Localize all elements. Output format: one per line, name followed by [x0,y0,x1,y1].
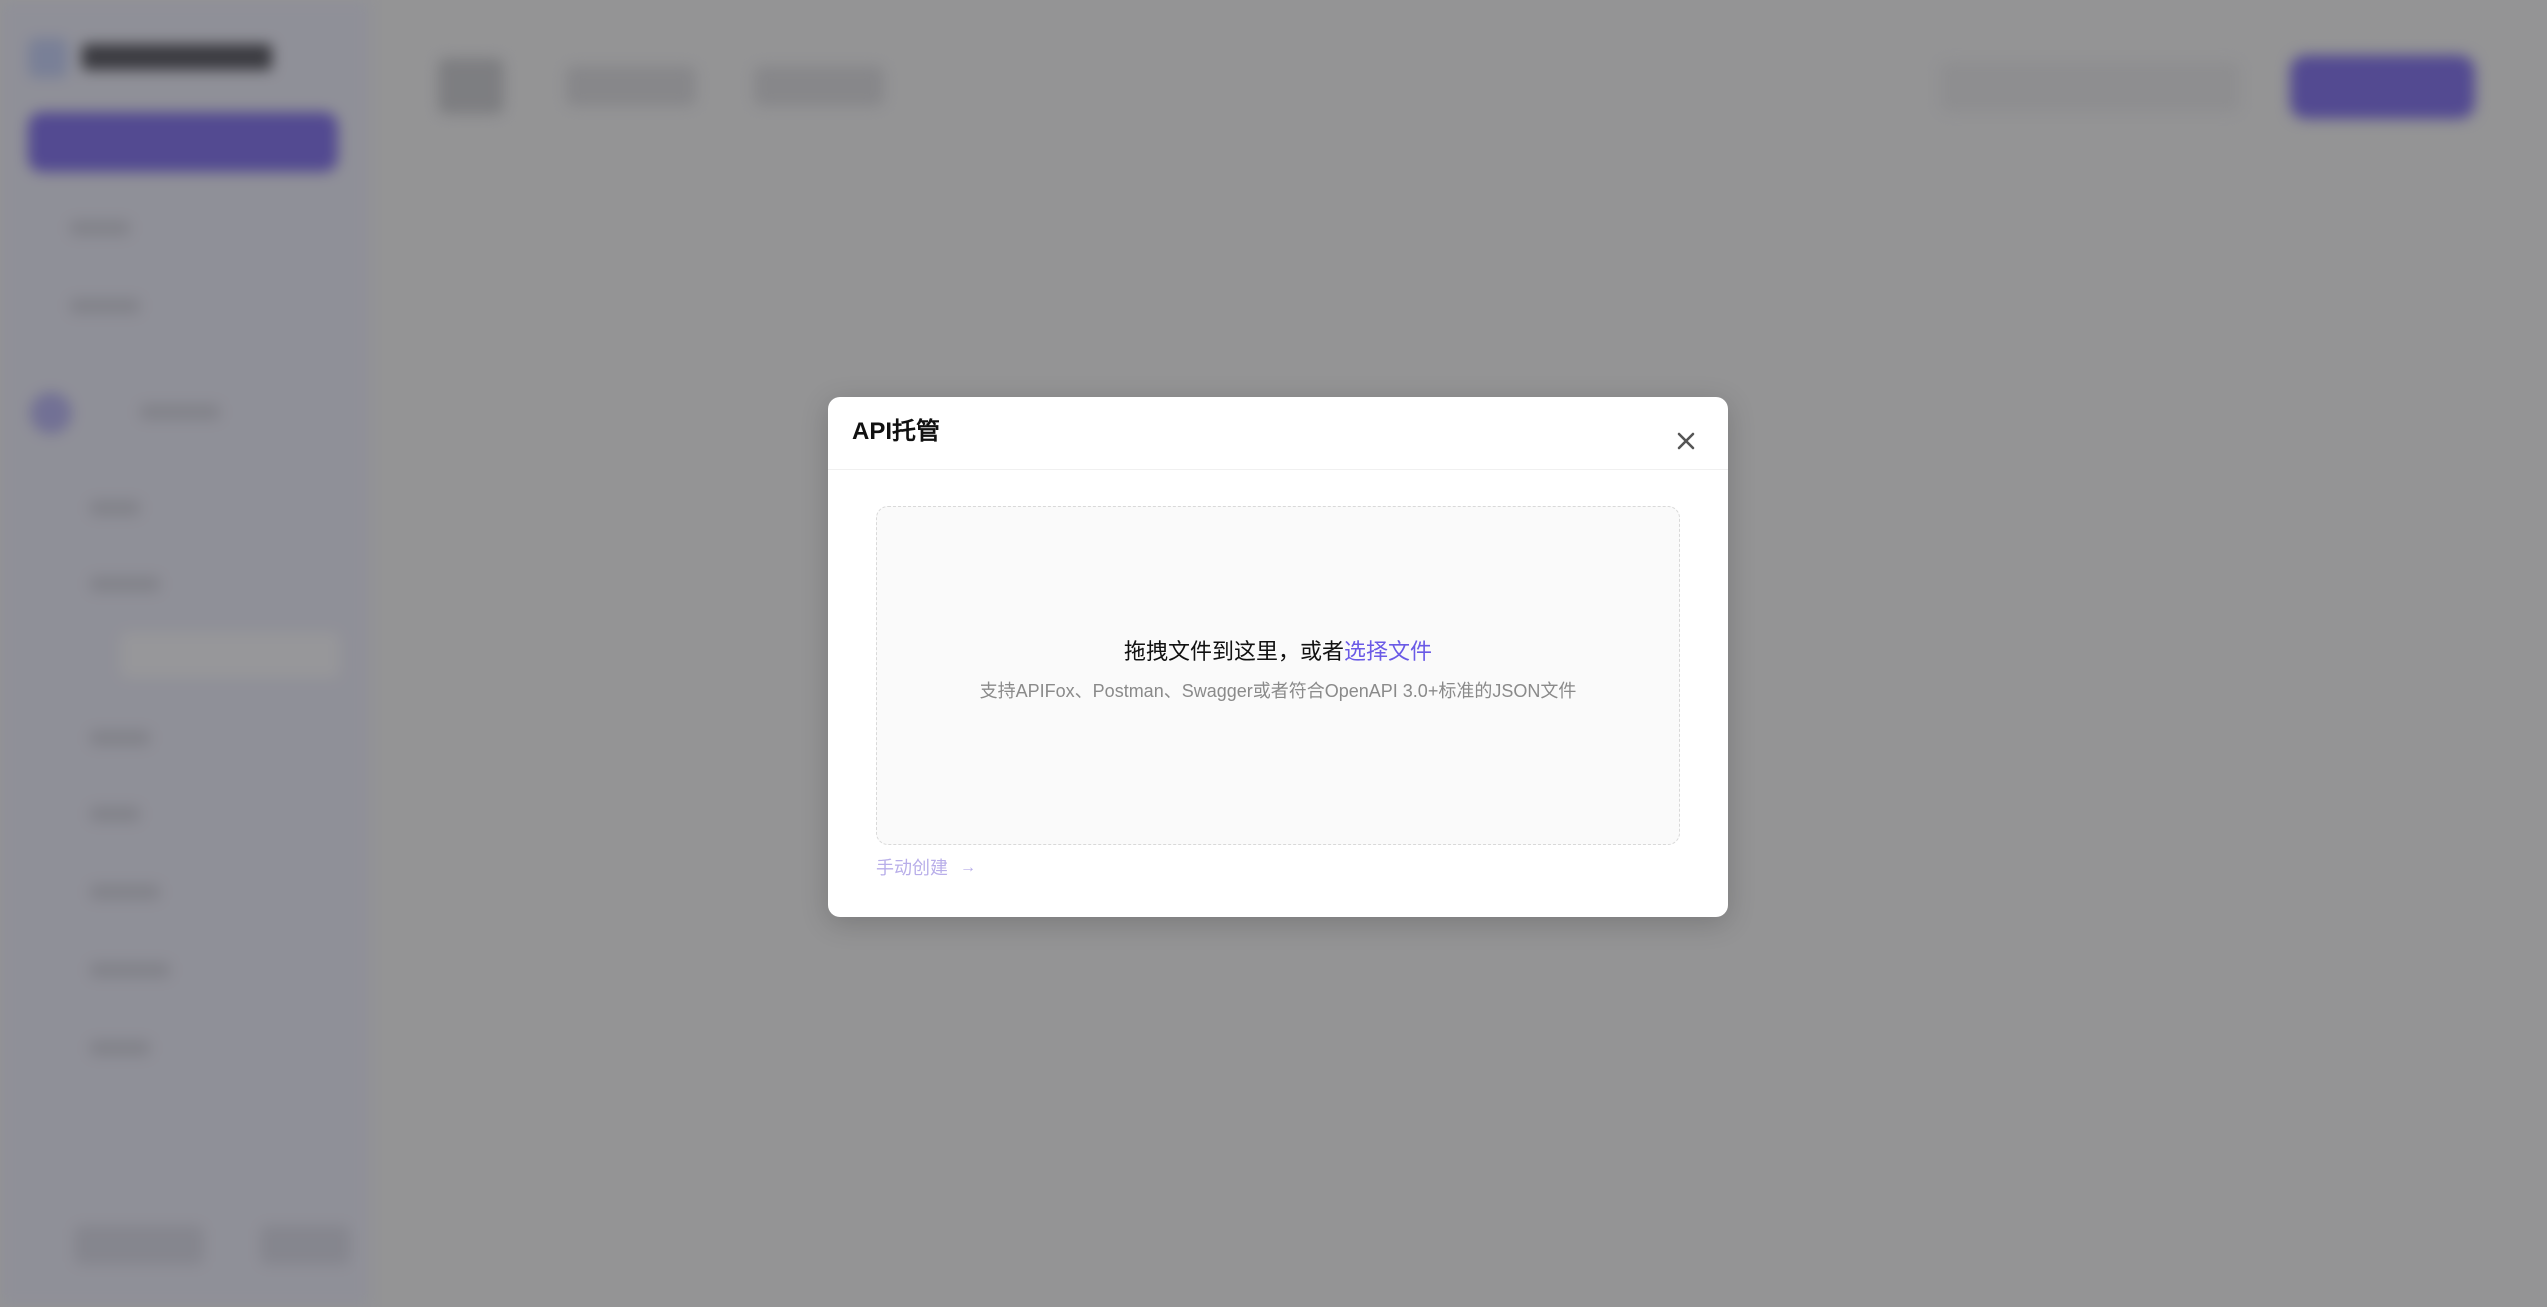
arrow-right-icon: → [960,859,976,876]
dropzone-prompt: 拖拽文件到这里，或者选择文件 [877,637,1679,667]
select-file-link[interactable]: 选择文件 [1344,639,1432,664]
close-icon [1677,432,1695,450]
dropzone-hint: 支持APIFox、Postman、Swagger或者符合OpenAPI 3.0+… [979,681,1577,701]
file-dropzone[interactable]: 拖拽文件到这里，或者选择文件 支持APIFox、Postman、Swagger或… [876,506,1680,845]
manual-create-label: 手动创建 [876,858,948,878]
dropzone-prompt-text: 拖拽文件到这里，或者 [1123,639,1344,664]
dialog-title: API托管 [852,418,941,445]
close-button[interactable] [1668,423,1704,459]
dialog-header: API托管 [828,397,1728,470]
app-background: API托管 拖拽文件到这里，或者选择文件 支持APIFox、Postman、Sw… [0,0,2547,1307]
api-hosting-dialog: API托管 拖拽文件到这里，或者选择文件 支持APIFox、Postman、Sw… [828,397,1728,917]
manual-create-link[interactable]: 手动创建 → [876,856,976,880]
